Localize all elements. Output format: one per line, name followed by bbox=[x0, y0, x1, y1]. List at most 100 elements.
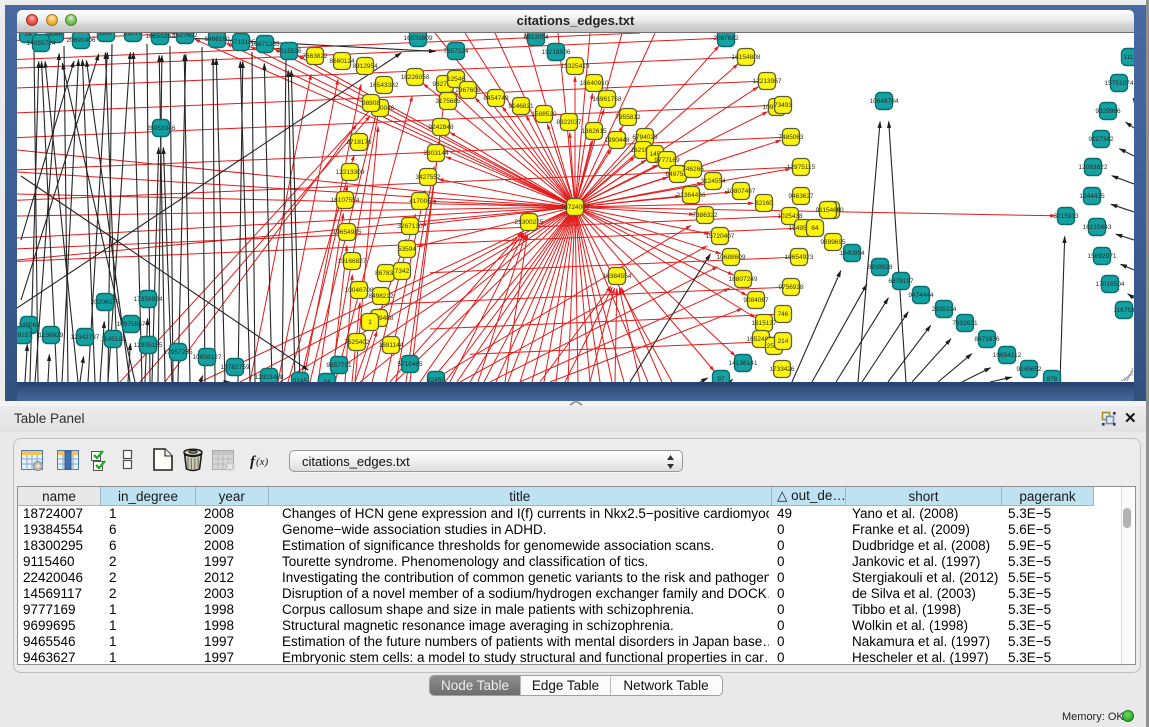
svg-text:1990448: 1990448 bbox=[604, 137, 630, 144]
svg-text:16154808: 16154808 bbox=[732, 54, 761, 61]
svg-text:3175685: 3175685 bbox=[435, 98, 461, 105]
svg-text:92450: 92450 bbox=[427, 377, 445, 382]
svg-text:64: 64 bbox=[811, 225, 819, 232]
svg-text:9046: 9046 bbox=[48, 33, 63, 38]
svg-text:1588520: 1588520 bbox=[531, 111, 557, 118]
svg-text:16782759: 16782759 bbox=[221, 364, 250, 371]
svg-text:1847: 1847 bbox=[99, 33, 114, 37]
svg-text:9227342: 9227342 bbox=[1088, 136, 1114, 143]
svg-text:1733426: 1733426 bbox=[769, 366, 795, 373]
svg-text:16961758: 16961758 bbox=[593, 96, 622, 103]
svg-text:17016504: 17016504 bbox=[1096, 281, 1125, 288]
svg-text:17957255: 17957255 bbox=[164, 349, 193, 356]
svg-text:10958127: 10958127 bbox=[193, 354, 222, 361]
svg-text:19654985: 19654985 bbox=[333, 229, 362, 236]
svg-text:8938928: 8938928 bbox=[867, 264, 893, 271]
svg-text:12975115: 12975115 bbox=[787, 164, 816, 171]
svg-text:7485063: 7485063 bbox=[778, 134, 804, 141]
svg-text:1156829: 1156829 bbox=[39, 332, 64, 339]
svg-text:5716485: 5716485 bbox=[397, 361, 423, 368]
svg-text:2803144: 2803144 bbox=[423, 150, 449, 157]
svg-text:9084067: 9084067 bbox=[743, 297, 769, 304]
svg-text:2087682: 2087682 bbox=[713, 35, 739, 42]
svg-text:10807487: 10807487 bbox=[727, 188, 756, 195]
svg-text:9245652: 9245652 bbox=[1016, 366, 1042, 373]
svg-text:8498222: 8498222 bbox=[368, 293, 394, 300]
svg-text:62160: 62160 bbox=[755, 200, 773, 207]
svg-text:8454749: 8454749 bbox=[483, 95, 509, 102]
svg-text:(x): (x) bbox=[256, 456, 269, 468]
svg-text:9245: 9245 bbox=[293, 378, 308, 382]
svg-text:9329966: 9329966 bbox=[1095, 108, 1121, 115]
svg-text:28053346: 28053346 bbox=[147, 125, 176, 132]
svg-text:9657791: 9657791 bbox=[326, 362, 352, 369]
svg-text:2367608: 2367608 bbox=[455, 87, 481, 94]
svg-text:12213309: 12213309 bbox=[336, 169, 365, 176]
svg-text:7625402: 7625402 bbox=[344, 339, 370, 346]
svg-text:10654112: 10654112 bbox=[993, 352, 1022, 359]
svg-text:9115460: 9115460 bbox=[816, 207, 841, 214]
svg-text:34: 34 bbox=[323, 379, 331, 382]
svg-text:6879197: 6879197 bbox=[888, 278, 914, 285]
svg-text:7357224: 7357224 bbox=[443, 48, 469, 55]
svg-text:19384554: 19384554 bbox=[603, 273, 632, 280]
svg-text:13325419: 13325419 bbox=[561, 63, 590, 70]
svg-text:16671355: 16671355 bbox=[251, 41, 280, 48]
svg-text:3124554: 3124554 bbox=[700, 178, 726, 185]
svg-text:15751074: 15751074 bbox=[1105, 80, 1134, 87]
svg-text:12213967: 12213967 bbox=[753, 78, 782, 85]
svg-text:20206576: 20206576 bbox=[91, 299, 120, 306]
svg-text:23300275: 23300275 bbox=[515, 219, 544, 226]
svg-text:53594: 53594 bbox=[398, 246, 416, 253]
svg-text:7515526: 7515526 bbox=[276, 48, 302, 55]
svg-text:1112: 1112 bbox=[1123, 54, 1134, 61]
svg-text:9699695: 9699695 bbox=[820, 239, 846, 246]
svg-text:12905135: 12905135 bbox=[134, 342, 163, 349]
svg-text:746266: 746266 bbox=[682, 166, 704, 173]
svg-text:16543382: 16543382 bbox=[370, 82, 399, 89]
svg-text:9463627: 9463627 bbox=[788, 193, 814, 200]
svg-text:9777169: 9777169 bbox=[654, 157, 680, 164]
svg-text:18640910: 18640910 bbox=[580, 80, 609, 87]
svg-text:1640954: 1640954 bbox=[839, 250, 865, 257]
svg-text:19218506: 19218506 bbox=[542, 49, 571, 56]
svg-text:10688609: 10688609 bbox=[717, 254, 746, 261]
svg-text:14055724: 14055724 bbox=[27, 40, 56, 47]
svg-text:2935114: 2935114 bbox=[932, 306, 957, 313]
svg-text:3267130: 3267130 bbox=[397, 223, 423, 230]
svg-text:8660124: 8660124 bbox=[329, 58, 355, 65]
svg-text:746: 746 bbox=[778, 311, 789, 318]
svg-text:18724007: 18724007 bbox=[561, 204, 590, 211]
svg-text:1691144: 1691144 bbox=[379, 342, 404, 349]
svg-text:12093822: 12093822 bbox=[1079, 164, 1108, 171]
svg-text:3427552: 3427552 bbox=[415, 174, 441, 181]
svg-text:12923488: 12923488 bbox=[255, 374, 284, 381]
svg-text:19654923: 19654923 bbox=[785, 254, 814, 261]
svg-text:8912954: 8912954 bbox=[352, 63, 378, 70]
svg-text:16210643: 16210643 bbox=[1083, 224, 1112, 231]
svg-text:1: 1 bbox=[368, 319, 372, 326]
svg-text:14136141: 14136141 bbox=[729, 360, 758, 367]
svg-text:18807249: 18807249 bbox=[729, 276, 758, 283]
svg-text:15720407: 15720407 bbox=[706, 233, 735, 240]
svg-text:1145119: 1145119 bbox=[101, 336, 126, 343]
svg-text:10653267: 10653267 bbox=[146, 33, 175, 40]
svg-text:2718176: 2718176 bbox=[346, 139, 372, 146]
svg-text:7386322: 7386322 bbox=[692, 212, 718, 219]
svg-text:7955812: 7955812 bbox=[615, 114, 641, 121]
svg-text:3215933: 3215933 bbox=[1053, 213, 1079, 220]
svg-text:7342: 7342 bbox=[395, 268, 410, 275]
svg-text:214: 214 bbox=[778, 338, 789, 345]
svg-text:116753: 116753 bbox=[1113, 307, 1134, 314]
svg-text:16033809: 16033809 bbox=[404, 35, 433, 42]
svg-text:9242848: 9242848 bbox=[428, 124, 454, 131]
svg-text:39157: 39157 bbox=[17, 332, 32, 339]
svg-text:7632621: 7632621 bbox=[952, 320, 978, 327]
svg-text:15692971: 15692971 bbox=[1088, 253, 1117, 260]
svg-text:21364436: 21364436 bbox=[677, 192, 706, 199]
svg-text:10975867: 10975867 bbox=[117, 321, 146, 328]
svg-text:97: 97 bbox=[717, 376, 725, 382]
svg-text:16107554: 16107554 bbox=[331, 197, 360, 204]
svg-text:98908: 98908 bbox=[362, 100, 380, 107]
svg-text:18226058: 18226058 bbox=[401, 74, 430, 81]
